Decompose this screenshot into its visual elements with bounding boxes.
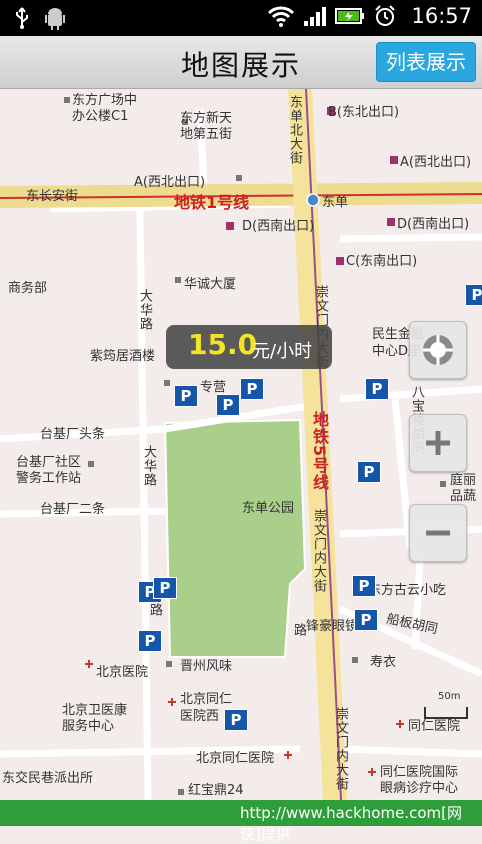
map-label: 东方广场中 xyxy=(72,93,138,108)
metro-station-icon xyxy=(306,193,320,207)
map-label: 医院西 xyxy=(180,709,220,724)
watermark-footer: http://www.hackhome.com[网侠]提供 xyxy=(0,800,482,843)
signal-icon xyxy=(304,7,327,26)
map-label: D(西南出口) xyxy=(397,217,470,232)
price-value: 15.0 xyxy=(188,328,258,361)
map-street-label: 崇文门内大街 xyxy=(311,509,326,593)
watermark-text: http://www.hackhome.com[网侠]提供 xyxy=(240,804,462,843)
map-label: 北京医院 xyxy=(96,665,149,680)
map-view[interactable]: 地铁1号线 地铁5号线 东方广场中 办公楼C1 东方新天 地第五街 B(东北出口… xyxy=(0,89,482,800)
map-label: 东长安街 xyxy=(26,189,79,204)
map-street-label: 大华路 xyxy=(137,289,152,331)
map-label: 东单公园 xyxy=(242,501,295,516)
map-label: 服务中心 xyxy=(62,719,115,734)
map-label: 北京同仁医院 xyxy=(196,751,275,766)
metro-line-1-label: 地铁1号线 xyxy=(174,193,250,212)
parking-marker[interactable]: P xyxy=(174,385,198,407)
map-label: 办公楼C1 xyxy=(72,109,129,124)
map-label: 锋豪眼镜 xyxy=(306,619,359,634)
map-label: 眼病诊疗中心 xyxy=(380,781,459,796)
parking-marker[interactable]: P xyxy=(216,394,240,416)
map-label: 商务部 xyxy=(8,281,48,296)
price-unit: 元/小时 xyxy=(252,341,313,362)
parking-marker[interactable]: P xyxy=(365,378,389,400)
scale-label: 50m xyxy=(438,691,461,702)
zoom-out-button[interactable] xyxy=(409,504,467,562)
parking-marker[interactable]: P xyxy=(357,461,381,483)
parking-marker[interactable]: P xyxy=(465,284,482,306)
map-label: 寿衣 xyxy=(370,655,397,670)
alarm-icon xyxy=(375,5,396,26)
map-label: 红宝鼎24 xyxy=(188,783,244,798)
status-bar: 16:57 xyxy=(0,0,482,36)
title-bar: 地图展示 列表展示 xyxy=(0,36,482,89)
map-label: A(西北出口) xyxy=(400,155,472,170)
map-label: 东方古云小吃 xyxy=(368,583,447,598)
parking-marker[interactable]: P xyxy=(352,575,376,597)
map-street-label: 路 xyxy=(291,623,306,637)
battery-icon xyxy=(335,8,365,24)
parking-marker[interactable]: P xyxy=(224,709,248,731)
map-label: D(西南出口) xyxy=(242,219,315,234)
parking-marker[interactable]: P xyxy=(138,630,162,652)
parking-marker[interactable]: P xyxy=(354,609,378,631)
map-street-label: 崇文门内大街 xyxy=(333,707,348,791)
park-area xyxy=(163,418,307,658)
map-label: 东单 xyxy=(322,195,349,210)
parking-marker[interactable]: P xyxy=(240,378,264,400)
map-street-label: 东单北大街 xyxy=(287,95,302,165)
parking-marker[interactable]: P xyxy=(153,577,177,599)
map-label: B(东北出口) xyxy=(328,105,400,120)
list-view-button[interactable]: 列表展示 xyxy=(376,42,476,82)
price-bubble[interactable]: 15.0 元/小时 xyxy=(166,325,332,369)
compass-icon xyxy=(423,335,453,365)
usb-icon xyxy=(16,7,28,29)
map-label: C(东南出口) xyxy=(346,254,418,269)
map-label: 紫筠居酒楼 xyxy=(90,349,156,364)
plus-icon xyxy=(426,431,450,455)
map-street-label: 路 xyxy=(147,603,162,617)
minus-icon xyxy=(426,530,450,536)
map-label: 品蔬 xyxy=(450,489,477,504)
map-label: A(西北出口) xyxy=(134,175,206,190)
wifi-icon xyxy=(268,6,295,27)
map-street-label: 大华路 xyxy=(141,445,156,487)
scale-bar xyxy=(424,707,468,719)
map-label: 华诚大厦 xyxy=(184,277,237,292)
map-label: 北京卫医康 xyxy=(62,703,128,718)
map-label: 同仁医院 xyxy=(408,719,461,734)
map-label: 同仁医院国际 xyxy=(380,765,459,780)
map-label: 北京同仁 xyxy=(180,692,233,707)
map-label: 庭丽 xyxy=(450,473,477,488)
map-label: 晋州风味 xyxy=(180,659,233,674)
locate-button[interactable] xyxy=(409,321,467,379)
map-label: 台基厂二条 xyxy=(40,502,106,517)
map-label: 台基厂头条 xyxy=(40,427,106,442)
map-label: 东方新天 xyxy=(180,111,233,126)
status-time: 16:57 xyxy=(411,4,472,28)
map-label: 台基厂社区 xyxy=(16,455,82,470)
map-label: 地第五街 xyxy=(180,127,233,142)
android-debug-icon xyxy=(45,8,65,30)
map-label: 警务工作站 xyxy=(16,471,82,486)
map-label: 东交民巷派出所 xyxy=(2,771,94,786)
zoom-in-button[interactable] xyxy=(409,414,467,472)
metro-line-5-label: 地铁5号线 xyxy=(310,411,329,492)
